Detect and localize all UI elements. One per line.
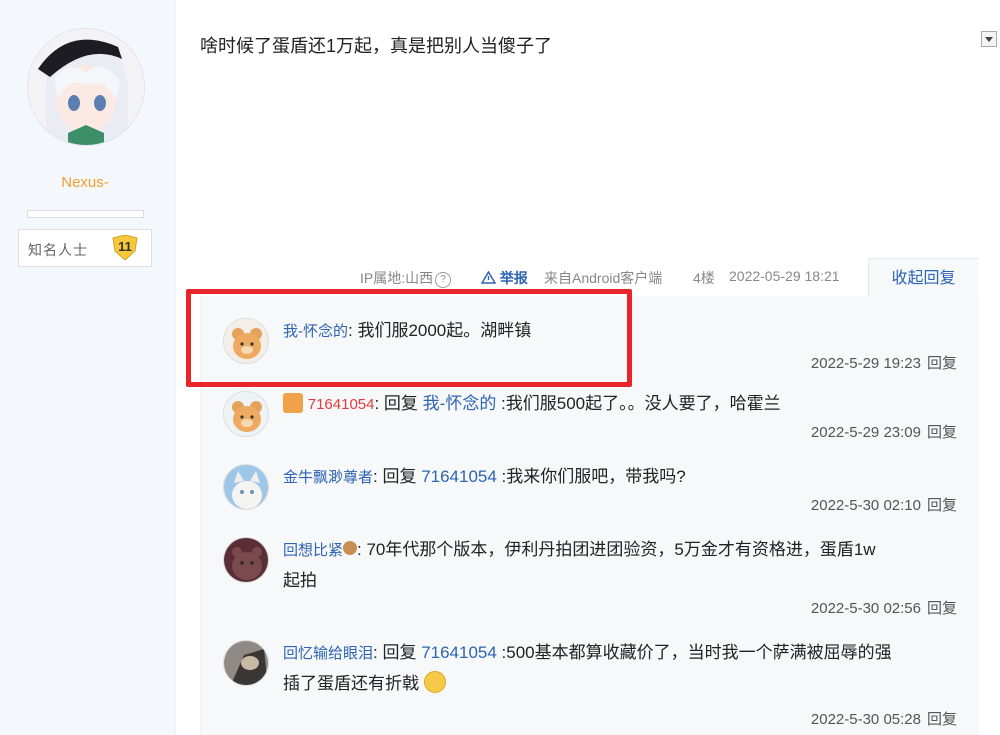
vip-icon (283, 393, 303, 413)
info-icon[interactable]: ? (435, 272, 452, 288)
reply-username[interactable]: 回忆输给眼泪 (283, 645, 373, 662)
cookie-icon (343, 541, 358, 555)
reply-button[interactable]: 回复 (927, 497, 957, 514)
ip-label: IP属地:山西 (360, 270, 434, 286)
avatar[interactable] (223, 464, 269, 510)
sweat-emoji-icon (423, 671, 446, 693)
ip-location: IP属地:山西? (360, 268, 452, 288)
reply-target[interactable]: 71641054 (421, 467, 497, 486)
author-username[interactable]: Nexus- (0, 174, 170, 191)
report-label: 举报 (499, 270, 528, 286)
reply-time: 2022-5-30 02:10 (810, 497, 921, 514)
reply-text: 回忆输给眼泪: 回复 71641054 :500基本都算收藏价了，当时我一个萨满… (283, 638, 963, 699)
report-link[interactable]: 举报 (480, 268, 528, 288)
reply-time: 2022-5-30 05:28 (810, 711, 921, 728)
reply-text: 金牛飘渺尊者: 回复 71641054 :我来你们服吧，带我吗? (283, 462, 963, 493)
author-sidebar: Nexus- 知名人士 11 (0, 0, 176, 735)
reply-button[interactable]: 回复 (927, 355, 957, 372)
reply-prefix: : 回复 (374, 394, 423, 413)
reply-content: :500基本都算收藏价了，当时我一个萨满被屈辱的强 (496, 643, 892, 662)
collapse-replies-button[interactable]: 收起回复 (868, 258, 978, 298)
avatar[interactable] (223, 640, 269, 686)
reply-meta: 2022-5-30 02:10 回复 (811, 494, 957, 515)
reply-button[interactable]: 回复 (927, 600, 957, 617)
floor-number: 4楼 (693, 270, 715, 286)
reply-username[interactable]: 71641054 (308, 396, 375, 413)
badge-level-number: 11 (118, 239, 132, 254)
badge-title: 知名人士 (28, 243, 88, 259)
reply-text: 回想比紧 : 70年代那个版本，伊利丹拍团进团验资，5万金才有资格进，蛋盾1w 起拍 (283, 535, 963, 596)
reply-meta: 2022-5-29 23:09 回复 (811, 421, 957, 442)
client-source: 来自Android客户端 (544, 270, 663, 286)
forum-badge[interactable]: 知名人士 11 (18, 229, 152, 267)
post-content: 啥时候了蛋盾还1万起，真是把别人当傻子了 (200, 36, 553, 56)
reply-text: 71641054: 回复 我-怀念的 :我们服500起了。。没人要了，哈霍兰 (283, 389, 963, 420)
reply-button[interactable]: 回复 (927, 424, 957, 441)
avatar[interactable] (223, 537, 269, 583)
reply-target[interactable]: 71641054 (421, 643, 497, 662)
experience-bar (27, 210, 144, 218)
reply-prefix: : 回复 (373, 467, 422, 486)
reply-content: :我们服500起了。。没人要了，哈霍兰 (496, 394, 781, 413)
reply-prefix: : 回复 (373, 643, 422, 662)
reply-content: : 70年代那个版本，伊利丹拍团进团验资，5万金才有资格进，蛋盾1w (357, 540, 876, 559)
post-datetime: 2022-05-29 18:21 (729, 268, 840, 284)
reply-content-continued: 起拍 (283, 571, 317, 590)
reply-content: :我来你们服吧，带我吗? (496, 467, 686, 486)
reply-meta: 2022-5-30 02:56 回复 (811, 597, 957, 618)
reply-target[interactable]: 我-怀念的 (423, 394, 497, 413)
reply-meta: 2022-5-29 19:23 回复 (811, 352, 957, 373)
author-avatar[interactable] (27, 28, 145, 146)
highlight-box (186, 289, 632, 387)
reply-time: 2022-5-29 19:23 (810, 355, 921, 372)
level-shield-icon: 11 (111, 234, 139, 261)
reply-meta: 2022-5-30 05:28 回复 (811, 708, 957, 729)
reply-time: 2022-5-30 02:56 (810, 600, 921, 617)
avatar[interactable] (223, 391, 269, 437)
reply-button[interactable]: 回复 (927, 711, 957, 728)
reply-username[interactable]: 金牛飘渺尊者 (283, 469, 373, 486)
reply-content-continued: 插了蛋盾还有折戟 (283, 674, 419, 693)
post-menu-dropdown[interactable] (981, 31, 997, 47)
reply-time: 2022-5-29 23:09 (810, 424, 921, 441)
reply-username[interactable]: 回想比紧 (283, 542, 343, 559)
warning-icon (480, 270, 497, 284)
